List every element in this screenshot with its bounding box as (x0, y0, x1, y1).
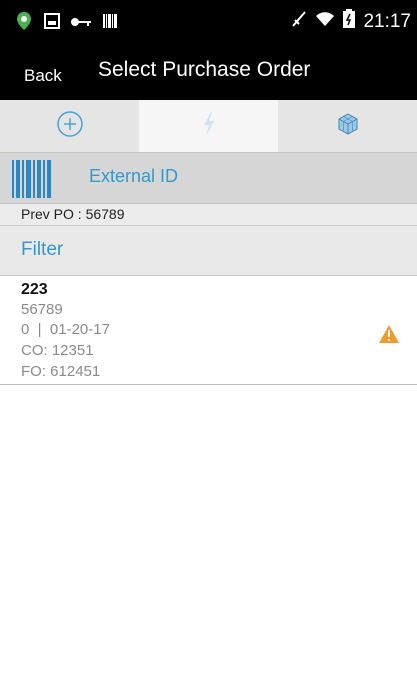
status-bar: 21:17 (0, 0, 417, 44)
action-tabs (0, 100, 417, 152)
warning-icon (378, 324, 400, 349)
barcode-icon (12, 160, 52, 203)
scan-label: External ID (89, 166, 179, 186)
wifi-icon (315, 11, 335, 33)
key-icon (70, 15, 92, 33)
order-title: 223 (21, 281, 48, 298)
list-item[interactable]: 223 56789 0 | 01-20-17 CO: 12351 FO: 612… (0, 276, 417, 385)
image-icon (44, 13, 60, 34)
barcode-icon (102, 13, 118, 34)
prev-po: Prev PO : 56789 (0, 204, 417, 226)
add-icon (55, 109, 85, 144)
status-time: 21:17 (363, 10, 411, 32)
back-button[interactable]: Back (24, 66, 62, 86)
title-bar: Back Select Purchase Order (0, 44, 417, 100)
page-title: Select Purchase Order (98, 58, 311, 81)
location-icon (14, 11, 34, 36)
battery-icon (343, 9, 356, 34)
order-status-date: 0 | 01-20-17 (21, 321, 110, 338)
order-fo: FO: 612451 (21, 363, 101, 380)
cube-icon (336, 112, 360, 141)
scan-external-id[interactable]: External ID (0, 152, 417, 204)
filter-button[interactable]: Filter (0, 226, 417, 276)
tab-add[interactable] (0, 100, 139, 152)
lightning-icon (201, 111, 217, 142)
order-co: CO: 12351 (21, 342, 94, 359)
order-po: 56789 (21, 301, 63, 318)
tab-cube[interactable] (278, 100, 417, 152)
tab-lightning[interactable] (139, 100, 278, 152)
signal-icon (291, 10, 307, 34)
filter-label: Filter (21, 239, 64, 260)
